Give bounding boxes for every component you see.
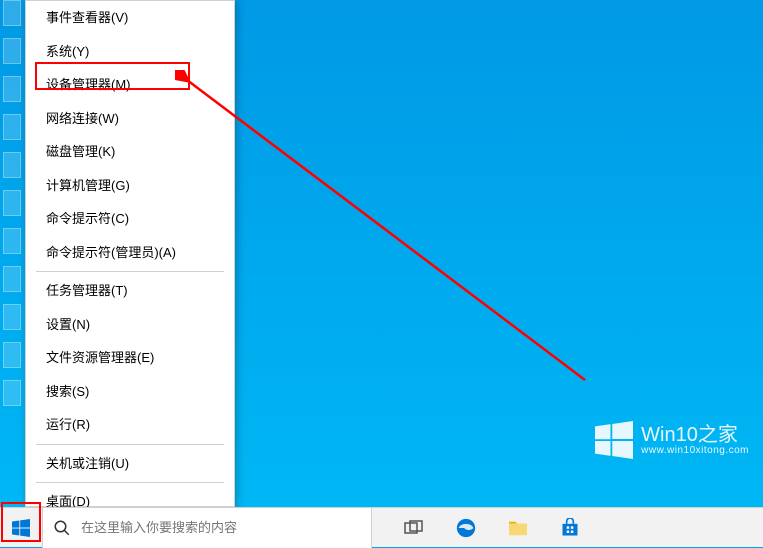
- taskbar: [0, 507, 763, 547]
- menu-item-device-manager[interactable]: 设备管理器(M): [26, 68, 234, 102]
- desktop-icon[interactable]: [3, 342, 21, 368]
- menu-separator: [36, 444, 224, 445]
- windows-start-icon: [12, 519, 30, 537]
- menu-item-event-viewer[interactable]: 事件查看器(V): [26, 1, 234, 35]
- menu-item-task-manager[interactable]: 任务管理器(T): [26, 274, 234, 308]
- search-input[interactable]: [81, 520, 361, 535]
- desktop: 事件查看器(V) 系统(Y) 设备管理器(M) 网络连接(W) 磁盘管理(K) …: [0, 0, 763, 507]
- desktop-icon[interactable]: [3, 380, 21, 406]
- taskbar-pinned-items: [392, 508, 592, 548]
- menu-item-command-prompt-admin[interactable]: 命令提示符(管理员)(A): [26, 236, 234, 270]
- taskbar-app-store[interactable]: [548, 508, 592, 548]
- start-button[interactable]: [0, 508, 42, 548]
- menu-item-search[interactable]: 搜索(S): [26, 375, 234, 409]
- desktop-icon[interactable]: [3, 114, 21, 140]
- taskbar-search[interactable]: [42, 508, 372, 548]
- desktop-icon[interactable]: [3, 190, 21, 216]
- watermark-url: www.win10xitong.com: [641, 445, 749, 456]
- menu-item-run[interactable]: 运行(R): [26, 408, 234, 442]
- desktop-icons-column: [3, 0, 25, 418]
- winx-quick-menu: 事件查看器(V) 系统(Y) 设备管理器(M) 网络连接(W) 磁盘管理(K) …: [25, 0, 235, 507]
- watermark-title: Win10之家: [641, 425, 749, 445]
- watermark: Win10之家 www.win10xitong.com: [595, 421, 749, 459]
- menu-item-settings[interactable]: 设置(N): [26, 308, 234, 342]
- menu-separator: [36, 482, 224, 483]
- menu-item-shutdown-signout[interactable]: 关机或注销(U): [26, 447, 234, 481]
- menu-item-network-connections[interactable]: 网络连接(W): [26, 102, 234, 136]
- desktop-icon[interactable]: [3, 152, 21, 178]
- search-icon: [43, 519, 81, 537]
- taskbar-app-explorer[interactable]: [496, 508, 540, 548]
- menu-item-computer-management[interactable]: 计算机管理(G): [26, 169, 234, 203]
- desktop-icon[interactable]: [3, 266, 21, 292]
- desktop-icon[interactable]: [3, 304, 21, 330]
- desktop-icon[interactable]: [3, 228, 21, 254]
- menu-item-disk-management[interactable]: 磁盘管理(K): [26, 135, 234, 169]
- menu-item-file-explorer[interactable]: 文件资源管理器(E): [26, 341, 234, 375]
- menu-item-command-prompt[interactable]: 命令提示符(C): [26, 202, 234, 236]
- desktop-icon[interactable]: [3, 0, 21, 26]
- menu-item-system[interactable]: 系统(Y): [26, 35, 234, 69]
- taskbar-app-edge[interactable]: [444, 508, 488, 548]
- task-view-button[interactable]: [392, 508, 436, 548]
- windows-logo-icon: [595, 421, 633, 459]
- desktop-icon[interactable]: [3, 76, 21, 102]
- desktop-icon[interactable]: [3, 38, 21, 64]
- menu-separator: [36, 271, 224, 272]
